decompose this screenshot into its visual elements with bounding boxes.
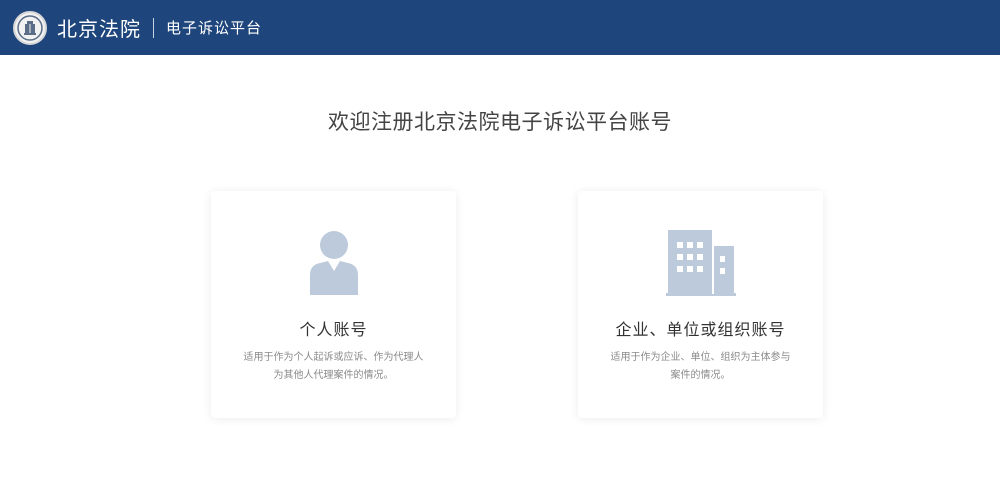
top-navigation-bar: 北京法院 电子诉讼平台 xyxy=(0,0,1000,55)
person-icon xyxy=(309,231,358,295)
personal-account-title: 个人账号 xyxy=(299,320,368,339)
organization-account-description: 适用于作为企业、单位、组织为主体参与案件的情况。 xyxy=(610,352,791,381)
court-emblem-icon[interactable] xyxy=(13,10,47,45)
page-title: 欢迎注册北京法院电子诉讼平台账号 xyxy=(328,110,672,134)
organization-account-card[interactable]: 企业、单位或组织账号 适用于作为企业、单位、组织为主体参与案件的情况。 xyxy=(578,191,823,418)
platform-name: 电子诉讼平台 xyxy=(166,19,263,37)
building-icon xyxy=(665,230,736,296)
header-divider xyxy=(153,17,154,38)
court-name[interactable]: 北京法院 xyxy=(57,13,141,42)
organization-account-title: 企业、单位或组织账号 xyxy=(615,320,786,339)
personal-account-description: 适用于作为个人起诉或应诉、作为代理人为其他人代理案件的情况。 xyxy=(243,352,424,381)
personal-account-card[interactable]: 个人账号 适用于作为个人起诉或应诉、作为代理人为其他人代理案件的情况。 xyxy=(211,191,456,418)
